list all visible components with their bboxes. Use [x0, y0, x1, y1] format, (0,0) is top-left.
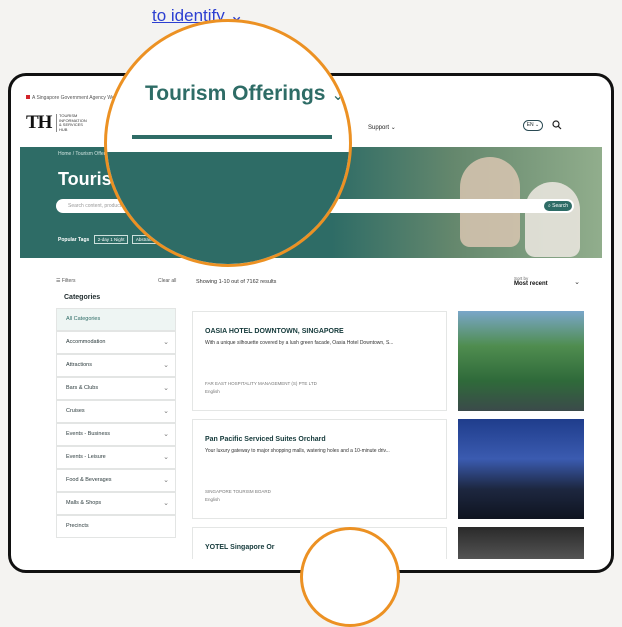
nav-support[interactable]: Support ⌄	[368, 124, 396, 131]
category-label: All Categories	[66, 316, 101, 322]
zoom-magnifier: Tourism Offerings ⌄	[104, 19, 352, 267]
category-list: All Categories Accommodation ⌄ Attraction…	[56, 308, 176, 538]
result-title[interactable]: OASIA HOTEL DOWNTOWN, SINGAPORE	[205, 328, 344, 335]
category-item[interactable]: Attractions ⌄	[56, 354, 176, 377]
category-item[interactable]: Events - Business ⌄	[56, 423, 176, 446]
result-description: With a unique silhouette covered by a lu…	[205, 340, 394, 346]
result-organisation: FAR EAST HOSPITALITY MANAGEMENT (S) PTE …	[205, 381, 317, 386]
category-label: Events - Leisure	[66, 454, 106, 460]
result-card[interactable]: Pan Pacific Serviced Suites Orchard Your…	[192, 419, 447, 519]
language-button[interactable]: EN ⌄	[523, 120, 543, 131]
category-item[interactable]: Malls & Shops ⌄	[56, 492, 176, 515]
categories-title: Categories	[64, 294, 101, 301]
chevron-down-icon: ⌄	[390, 125, 396, 131]
result-image[interactable]	[458, 527, 584, 559]
chevron-down-icon: ⌄	[163, 454, 169, 461]
hero-person	[525, 182, 580, 257]
category-item[interactable]: Events - Leisure ⌄	[56, 446, 176, 469]
category-label: Malls & Shops	[66, 500, 102, 506]
category-label: Events - Business	[66, 431, 111, 437]
category-item[interactable]: Cruises ⌄	[56, 400, 176, 423]
result-card[interactable]: OASIA HOTEL DOWNTOWN, SINGAPORE With a u…	[192, 311, 447, 411]
category-label: Accommodation	[66, 339, 106, 345]
result-organisation: SINGAPORE TOURISM BOARD	[205, 489, 271, 494]
result-image[interactable]	[458, 311, 584, 411]
chevron-down-icon: ⌄	[163, 477, 169, 484]
result-language: English	[205, 389, 220, 394]
search-button[interactable]: ⌕ Search	[544, 201, 572, 211]
tourism-offerings-label: Tourism Offerings	[145, 82, 326, 105]
search-icon: ⌕	[547, 203, 551, 209]
language-label: EN	[526, 122, 534, 128]
chevron-down-icon: ⌄	[163, 339, 169, 346]
result-language: English	[205, 497, 220, 502]
magnified-hero	[107, 152, 349, 264]
chevron-down-icon: ⌄	[163, 500, 169, 507]
category-item[interactable]: Precincts	[56, 515, 176, 538]
category-label: Attractions	[66, 362, 92, 368]
category-label: Bars & Clubs	[66, 385, 99, 391]
search-icon[interactable]	[552, 120, 562, 130]
category-label: Food & Beverages	[66, 477, 112, 483]
result-count: Showing 1-10 out of 7162 results	[196, 279, 277, 285]
category-item[interactable]: Bars & Clubs ⌄	[56, 377, 176, 400]
result-image[interactable]	[458, 419, 584, 519]
filter-icon: ☰	[56, 278, 61, 284]
result-title[interactable]: Pan Pacific Serviced Suites Orchard	[205, 436, 326, 443]
sort-dropdown[interactable]: Sort by Most recent ⌄	[514, 276, 582, 292]
nav-support-label: Support	[368, 125, 390, 131]
chevron-down-icon: ⌄	[331, 87, 345, 104]
active-nav-underline	[132, 135, 332, 139]
lion-icon	[26, 95, 30, 99]
chevron-down-icon: ⌄	[163, 431, 169, 438]
category-item[interactable]: All Categories	[56, 308, 176, 331]
category-label: Cruises	[66, 408, 85, 414]
chevron-down-icon: ⌄	[163, 362, 169, 369]
zoom-magnifier	[300, 527, 400, 627]
result-description: Your luxury gateway to major shopping ma…	[205, 448, 390, 454]
tourism-offerings-menu[interactable]: Tourism Offerings ⌄	[145, 82, 345, 106]
logo-mark: TH	[26, 112, 52, 133]
search-button-label: Search	[552, 203, 569, 209]
category-item[interactable]: Accommodation ⌄	[56, 331, 176, 354]
filters-toggle[interactable]: ☰ Filters	[56, 278, 76, 284]
sort-value: Most recent	[514, 281, 548, 287]
popular-tags-label: Popular Tags	[58, 237, 90, 243]
logo-text: TOURISM INFORMATION & SERVICES HUB	[56, 113, 87, 132]
category-item[interactable]: Food & Beverages ⌄	[56, 469, 176, 492]
clear-all-link[interactable]: Clear all	[158, 278, 176, 284]
chevron-down-icon: ⌄	[163, 408, 169, 415]
chevron-down-icon: ⌄	[574, 279, 580, 286]
chevron-down-icon: ⌄	[163, 385, 169, 392]
result-title[interactable]: YOTEL Singapore Or	[205, 544, 275, 551]
filters-label: Filters	[61, 278, 76, 284]
site-logo[interactable]: TH TOURISM INFORMATION & SERVICES HUB	[26, 112, 116, 133]
category-label: Precincts	[66, 523, 89, 529]
